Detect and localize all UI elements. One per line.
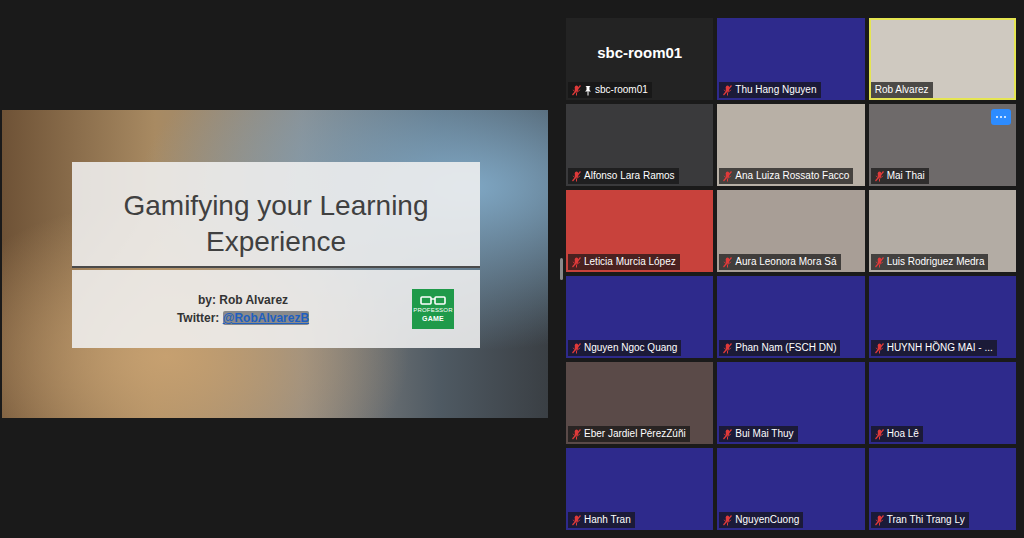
- muted-mic-icon: [723, 343, 732, 354]
- screen-share-area: Gamifying your Learning Experience by: Ro…: [0, 0, 556, 538]
- participant-tile[interactable]: Bui Mai Thuy: [717, 362, 864, 444]
- participant-tile[interactable]: Hoa Lê: [869, 362, 1016, 444]
- muted-mic-icon: [875, 515, 884, 526]
- muted-mic-icon: [572, 85, 581, 96]
- participant-label: Rob Alvarez: [871, 82, 933, 98]
- participant-name: Ana Luiza Rossato Facco: [735, 170, 849, 182]
- muted-mic-icon: [723, 257, 732, 268]
- participant-name: Tran Thi Trang Ly: [887, 514, 965, 526]
- muted-mic-icon: [572, 171, 581, 182]
- participant-label: Alfonso Lara Ramos: [568, 168, 679, 184]
- participant-label: Leticia Murcia López: [568, 254, 680, 270]
- participant-label: Hanh Tran: [568, 512, 635, 528]
- participant-tile[interactable]: Leticia Murcia López: [566, 190, 713, 272]
- participant-name: Phan Nam (FSCH DN): [735, 342, 836, 354]
- participant-label: Hoa Lê: [871, 426, 923, 442]
- participant-label: NguyenCuong: [719, 512, 803, 528]
- participant-grid: sbc-room01 sbc-room01 Thu Hang Nguyen Rob A…: [566, 0, 1016, 538]
- participant-tile[interactable]: NguyenCuong: [717, 448, 864, 530]
- muted-mic-icon: [723, 429, 732, 440]
- splitter-handle[interactable]: [560, 258, 563, 280]
- muted-mic-icon: [723, 515, 732, 526]
- participant-name: Luis Rodriguez Medra: [887, 256, 985, 268]
- participant-name: HUYNH HỒNG MAI - ...: [887, 342, 993, 354]
- participant-tile[interactable]: Aura Leonora Mora Sá: [717, 190, 864, 272]
- participant-tile[interactable]: Luis Rodriguez Medra: [869, 190, 1016, 272]
- participant-tile[interactable]: Alfonso Lara Ramos: [566, 104, 713, 186]
- participant-name: Rob Alvarez: [875, 84, 929, 96]
- participant-label: Thu Hang Nguyen: [719, 82, 820, 98]
- participant-tile[interactable]: Ana Luiza Rossato Facco: [717, 104, 864, 186]
- muted-mic-icon: [875, 257, 884, 268]
- muted-mic-icon: [875, 343, 884, 354]
- participant-tile[interactable]: Tran Thi Trang Ly: [869, 448, 1016, 530]
- participant-name: Nguyen Ngoc Quang: [584, 342, 677, 354]
- logo-text-bottom: GAME: [422, 315, 444, 322]
- participant-name: Leticia Murcia López: [584, 256, 676, 268]
- participant-tile[interactable]: Hanh Tran: [566, 448, 713, 530]
- participant-tile[interactable]: Eber Jardiel PérezZúñi: [566, 362, 713, 444]
- logo-text-top: PROFESSOR: [413, 307, 452, 314]
- glasses-icon: [420, 296, 446, 306]
- splitter[interactable]: [556, 0, 566, 538]
- participant-name: Alfonso Lara Ramos: [584, 170, 675, 182]
- participant-label: HUYNH HỒNG MAI - ...: [871, 340, 997, 356]
- twitter-link[interactable]: @RobAlvarezB: [223, 311, 309, 325]
- muted-mic-icon: [875, 429, 884, 440]
- participant-name: Thu Hang Nguyen: [735, 84, 816, 96]
- muted-mic-icon: [572, 257, 581, 268]
- participant-tile[interactable]: sbc-room01 sbc-room01: [566, 18, 713, 100]
- participant-tile[interactable]: Mai Thai: [869, 104, 1016, 186]
- participant-name: Mai Thai: [887, 170, 925, 182]
- muted-mic-icon: [723, 85, 732, 96]
- participant-label: Luis Rodriguez Medra: [871, 254, 989, 270]
- participant-label: Nguyen Ngoc Quang: [568, 340, 681, 356]
- professor-game-logo: PROFESSORGAME: [412, 289, 454, 329]
- more-options-button[interactable]: [991, 109, 1011, 125]
- participant-label: Tran Thi Trang Ly: [871, 512, 969, 528]
- participant-tile[interactable]: Nguyen Ngoc Quang: [566, 276, 713, 358]
- meeting-window: Gamifying your Learning Experience by: Ro…: [0, 0, 1024, 538]
- participant-label: Bui Mai Thuy: [719, 426, 797, 442]
- participant-tile[interactable]: Thu Hang Nguyen: [717, 18, 864, 100]
- slide-info: by: Rob AlvarezTwitter: @RobAlvarezB: [82, 291, 404, 327]
- participant-label: Mai Thai: [871, 168, 929, 184]
- participant-display-name: sbc-room01: [568, 44, 711, 61]
- pin-icon: [584, 85, 592, 96]
- participant-tile[interactable]: HUYNH HỒNG MAI - ...: [869, 276, 1016, 358]
- participant-label: Ana Luiza Rossato Facco: [719, 168, 853, 184]
- participant-label: Aura Leonora Mora Sá: [719, 254, 840, 270]
- participant-tile[interactable]: Rob Alvarez: [869, 18, 1016, 100]
- slide-twitter: Twitter: @RobAlvarezB: [82, 309, 404, 327]
- slide-info-box: by: Rob AlvarezTwitter: @RobAlvarezBPROF…: [72, 270, 480, 348]
- participant-name: Bui Mai Thuy: [735, 428, 793, 440]
- participant-label: sbc-room01: [568, 82, 652, 98]
- shared-slide: Gamifying your Learning Experience by: Ro…: [2, 110, 548, 418]
- slide-content: Gamifying your Learning Experience by: Ro…: [72, 162, 480, 348]
- participant-name: Hoa Lê: [887, 428, 919, 440]
- participant-name: sbc-room01: [595, 84, 648, 96]
- muted-mic-icon: [723, 171, 732, 182]
- participant-label: Phan Nam (FSCH DN): [719, 340, 840, 356]
- participant-name: Eber Jardiel PérezZúñi: [584, 428, 686, 440]
- participant-name: Aura Leonora Mora Sá: [735, 256, 836, 268]
- muted-mic-icon: [875, 171, 884, 182]
- participant-name: NguyenCuong: [735, 514, 799, 526]
- slide-title-box: Gamifying your Learning Experience: [72, 162, 480, 268]
- participant-tile[interactable]: Phan Nam (FSCH DN): [717, 276, 864, 358]
- participant-label: Eber Jardiel PérezZúñi: [568, 426, 690, 442]
- participant-name: Hanh Tran: [584, 514, 631, 526]
- slide-byline: by: Rob Alvarez: [82, 291, 404, 309]
- muted-mic-icon: [572, 343, 581, 354]
- muted-mic-icon: [572, 429, 581, 440]
- muted-mic-icon: [572, 515, 581, 526]
- slide-title: Gamifying your Learning Experience: [82, 188, 470, 260]
